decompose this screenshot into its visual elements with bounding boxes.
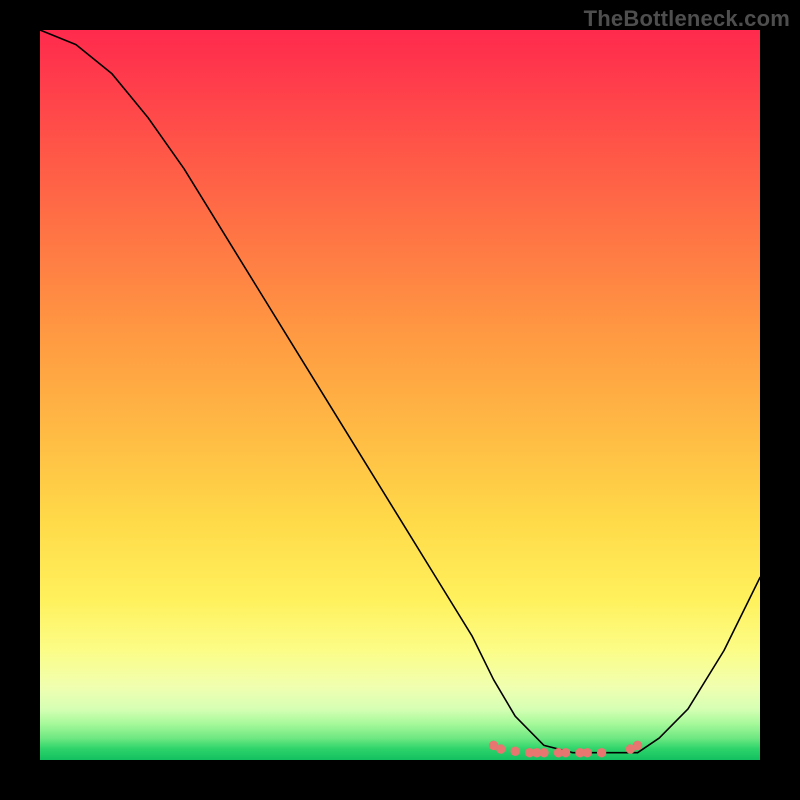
marker-dot (561, 748, 570, 757)
marker-dot (633, 741, 642, 750)
optimal-zone-markers (489, 741, 642, 758)
plot-area (40, 30, 760, 760)
marker-dot (511, 746, 520, 755)
marker-dot (597, 748, 606, 757)
marker-dot (583, 748, 592, 757)
bottleneck-curve-path (40, 30, 760, 753)
watermark-text: TheBottleneck.com (584, 6, 790, 32)
chart-svg (40, 30, 760, 760)
marker-dot (496, 744, 505, 753)
chart-frame: TheBottleneck.com (0, 0, 800, 800)
marker-dot (539, 748, 548, 757)
